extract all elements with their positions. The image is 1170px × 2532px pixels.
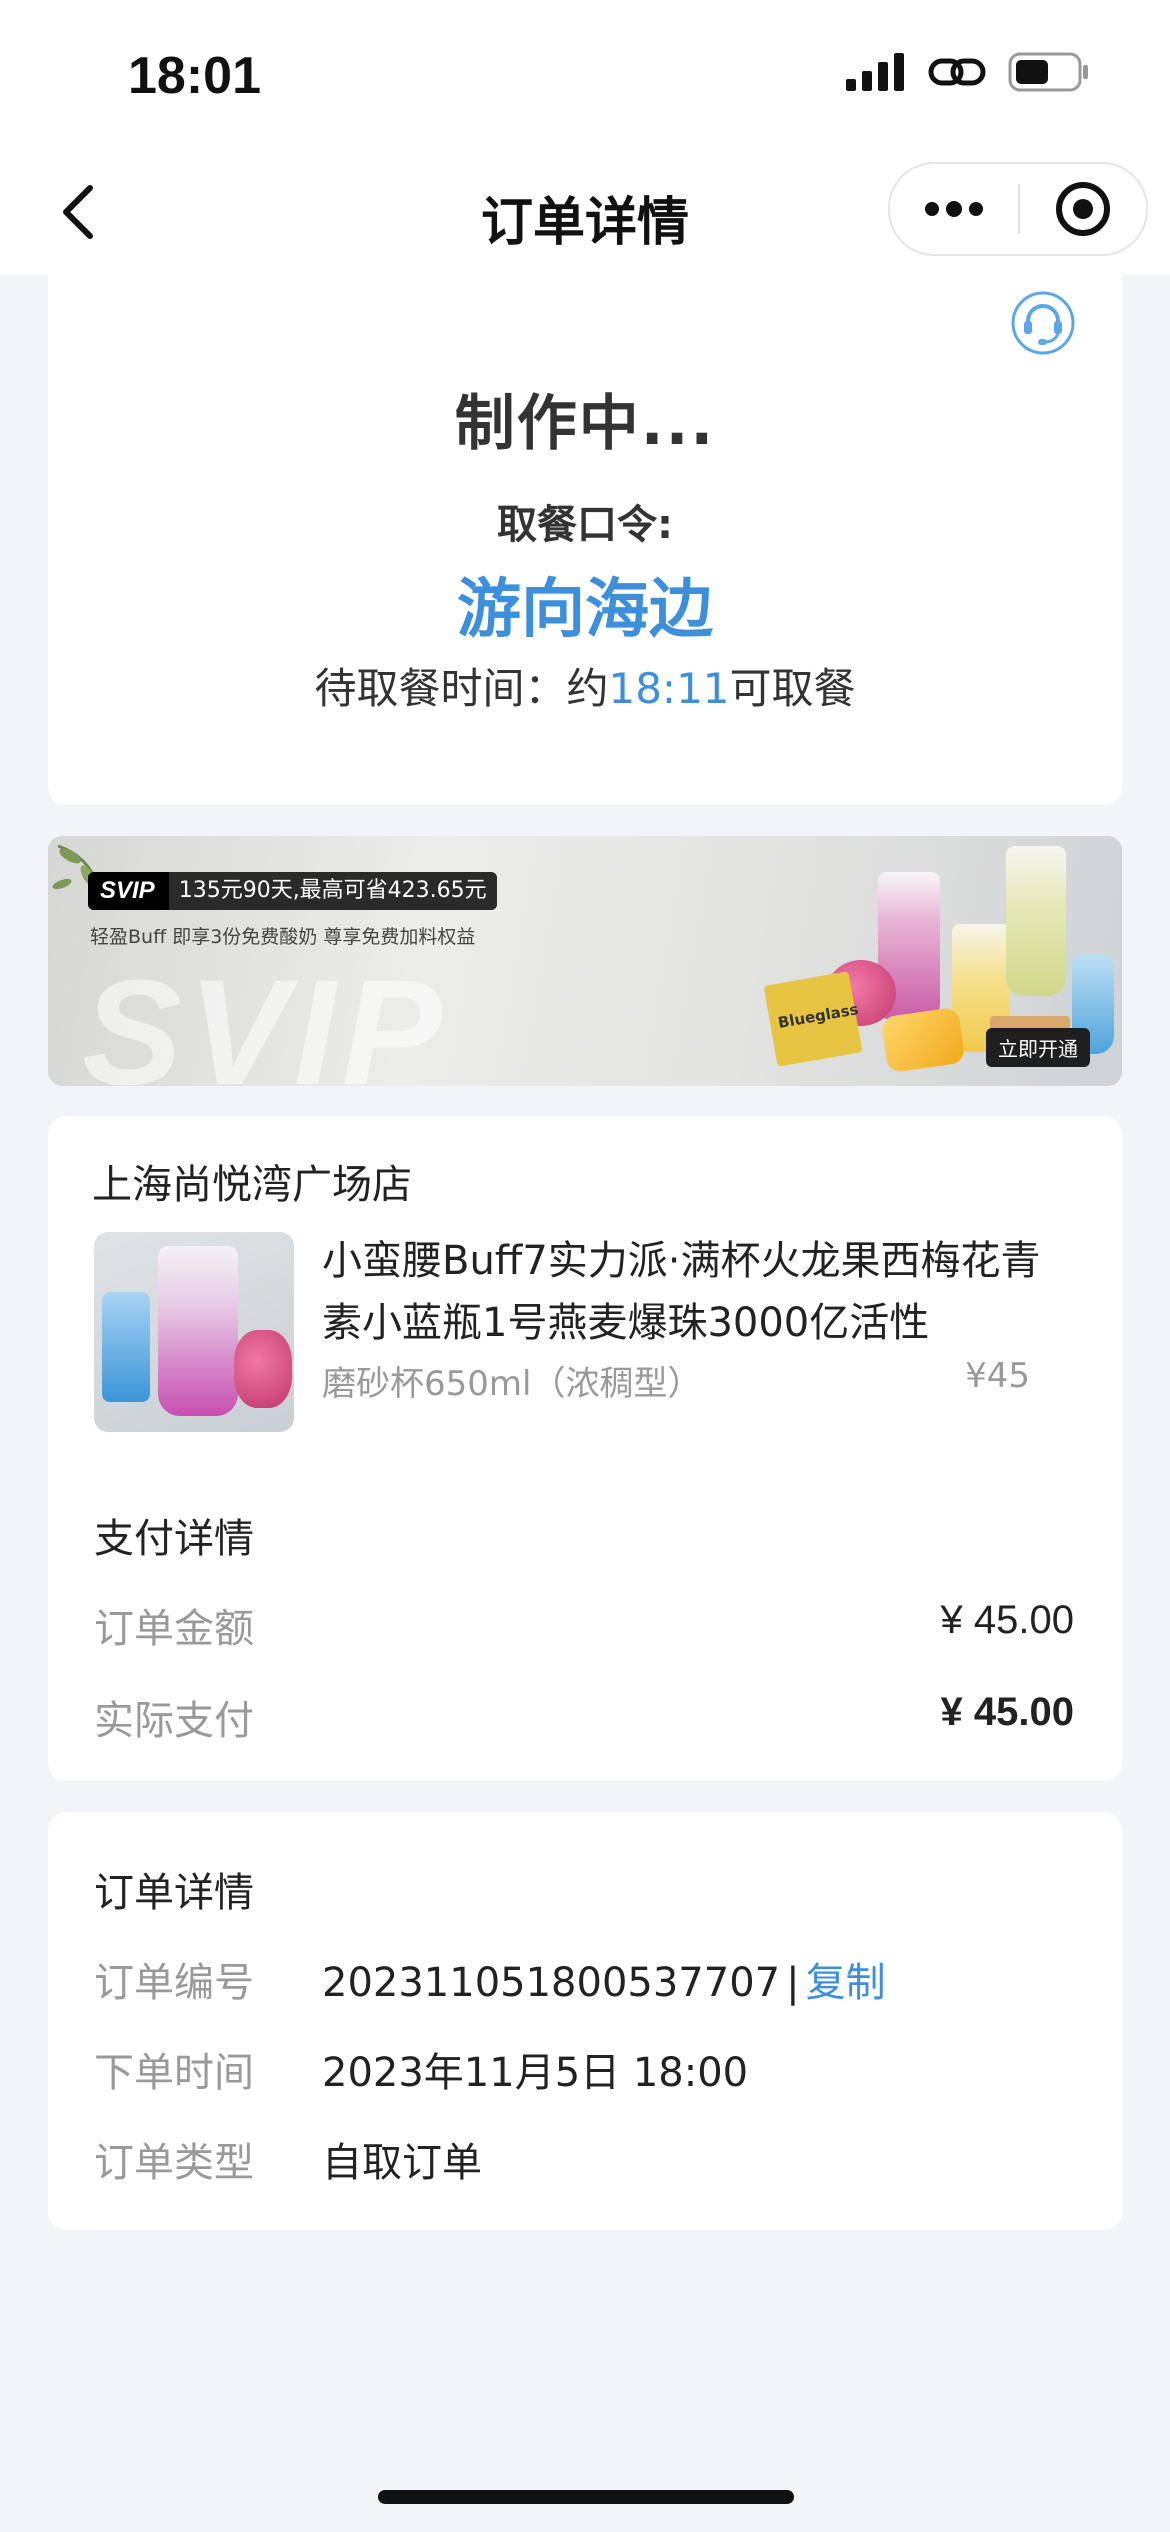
product-bottle-shape xyxy=(102,1292,150,1402)
svip-watermark: SVIP xyxy=(82,948,448,1086)
headset-icon xyxy=(1011,291,1075,355)
status-time: 18:01 xyxy=(128,47,261,105)
close-mini-program-button[interactable] xyxy=(1020,164,1146,254)
order-time-value: 2023年11月5日 18:00 xyxy=(322,2050,749,2096)
home-indicator[interactable] xyxy=(378,2490,794,2504)
more-icon xyxy=(925,201,983,217)
actual-payment-value: ¥ 45.00 xyxy=(940,1690,1074,1734)
signal-icon xyxy=(846,53,904,91)
open-svip-button[interactable]: 立即开通 xyxy=(986,1028,1090,1067)
order-number-row: 202311051800537707 | 复制 xyxy=(322,1950,886,2008)
battery-icon xyxy=(1008,52,1088,92)
order-amount-value: ¥ 45.00 xyxy=(940,1598,1074,1642)
mini-program-capsule xyxy=(888,162,1148,256)
pickup-time-suffix: 可取餐 xyxy=(729,664,856,713)
blueglass-box-image: Blueglass xyxy=(763,971,863,1067)
more-button[interactable] xyxy=(890,164,1018,254)
product-image xyxy=(94,1232,294,1432)
pickup-time-value: 18:11 xyxy=(608,664,730,713)
actual-payment-label: 实际支付 xyxy=(94,1698,254,1744)
status-icons xyxy=(846,52,1090,92)
target-icon xyxy=(1056,182,1110,236)
copy-order-number-button[interactable]: 复制 xyxy=(806,1960,886,2006)
blueglass-box-label: Blueglass xyxy=(776,1000,860,1032)
pickup-code-label: 取餐口令: xyxy=(497,502,673,548)
payment-section-title: 支付详情 xyxy=(94,1516,254,1562)
pickup-time-prefix: 待取餐时间：约 xyxy=(314,664,609,713)
order-state-text: 制作中... xyxy=(454,389,716,459)
order-number-separator: | xyxy=(786,1960,800,2006)
svip-benefits-text: 轻盈Buff 即享3份免费酸奶 尊享免费加料权益 xyxy=(90,926,476,948)
customer-service-button[interactable] xyxy=(1010,290,1076,356)
lime-cup-image xyxy=(1006,846,1066,996)
product-name: 小蛮腰Buff7实力派·满杯火龙果西梅花青素小蓝瓶1号燕麦爆珠3000亿活性 xyxy=(322,1238,1041,1346)
link-icon xyxy=(928,58,986,86)
svip-banner[interactable]: SVIP SVIP 135元90天,最高可省423.65元 轻盈Buff 即享3… xyxy=(48,836,1122,1086)
nav-bar: 订单详情 xyxy=(0,150,1170,275)
order-number-label: 订单编号 xyxy=(94,1960,254,2006)
order-details-card: 订单详情 订单编号 202311051800537707 | 复制 下单时间 202… xyxy=(48,1812,1122,2230)
product-spec: 磨砂杯650ml（浓稠型） xyxy=(322,1364,702,1404)
product-price: ¥45 xyxy=(965,1356,1030,1396)
order-type-value: 自取订单 xyxy=(322,2140,482,2186)
svip-tag: SVIP xyxy=(88,872,169,910)
order-status-card: 制作中... 取餐口令: 游向海边 待取餐时间：约18:11可取餐 xyxy=(48,270,1122,805)
shop-name: 上海尚悦湾广场店 xyxy=(92,1162,412,1208)
svip-offer-text: 135元90天,最高可省423.65元 xyxy=(168,872,497,910)
order-number-value: 202311051800537707 xyxy=(322,1960,781,2006)
order-time-label: 下单时间 xyxy=(94,2050,254,2096)
product-cup-shape xyxy=(158,1246,238,1416)
order-type-label: 订单类型 xyxy=(94,2140,254,2186)
status-bar: 18:01 xyxy=(0,0,1170,150)
order-card: 上海尚悦湾广场店 小蛮腰Buff7实力派·满杯火龙果西梅花青素小蓝瓶1号燕麦爆珠… xyxy=(48,1116,1122,1781)
pickup-time-text: 待取餐时间：约18:11可取餐 xyxy=(48,655,1122,716)
product-fruit-shape xyxy=(234,1330,292,1408)
mango-image xyxy=(880,1006,966,1074)
svip-offer-badge: SVIP 135元90天,最高可省423.65元 xyxy=(88,872,497,910)
order-amount-label: 订单金额 xyxy=(94,1606,254,1652)
pickup-code: 游向海边 xyxy=(457,573,713,647)
order-details-title: 订单详情 xyxy=(94,1870,254,1916)
